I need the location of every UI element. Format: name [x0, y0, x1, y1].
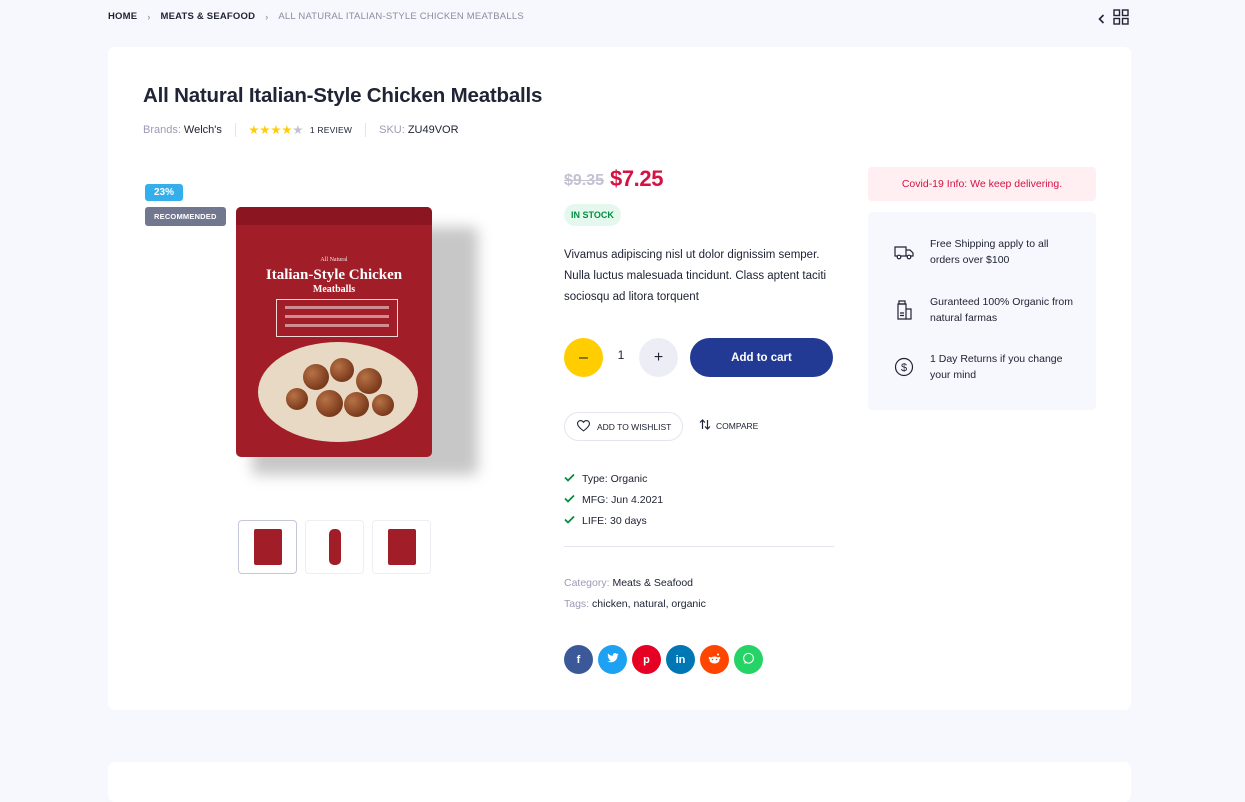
dollar-icon: $	[893, 356, 915, 378]
twitter-icon	[606, 653, 619, 666]
compare-label: COMPARE	[716, 420, 759, 431]
add-to-cart-button[interactable]: Add to cart	[690, 338, 833, 377]
quantity-increase-button[interactable]: +	[639, 338, 678, 377]
list-item: Type: Organic	[564, 468, 663, 489]
spec-text: LIFE: 30 days	[582, 514, 647, 527]
review-count-link[interactable]: 1 REVIEW	[310, 125, 352, 135]
check-icon	[564, 515, 575, 527]
benefit-text: Guranteed 100% Organic from natural farm…	[930, 296, 1073, 324]
reddit-icon	[708, 653, 721, 667]
product-meta: Brands: Welch's 1 REVIEW SKU: ZU49VOR	[143, 123, 459, 137]
product-card: All Natural Italian-Style Chicken Meatba…	[108, 47, 1131, 710]
divider	[564, 546, 834, 547]
check-icon	[564, 494, 575, 506]
social-share: f p in	[564, 645, 763, 674]
thumbnail-back[interactable]	[372, 520, 431, 574]
divider	[234, 123, 236, 137]
list-item: MFG: Jun 4.2021	[564, 489, 663, 510]
discount-badge: 23%	[145, 184, 184, 201]
reddit-share-button[interactable]	[700, 645, 729, 674]
list-item: $ 1 Day Returns if you change your mind	[893, 352, 1080, 383]
thumbnail-side[interactable]	[305, 520, 364, 574]
whatsapp-share-button[interactable]	[734, 645, 763, 674]
covid-info-banner: Covid-19 Info: We keep delivering.	[868, 167, 1096, 201]
spec-text: Type: Organic	[582, 472, 648, 485]
star-icon	[271, 125, 281, 135]
check-icon	[564, 473, 575, 485]
divider	[365, 123, 367, 137]
spec-text: MFG: Jun 4.2021	[582, 493, 664, 506]
star-icon	[249, 125, 259, 135]
price-new: $7.25	[610, 166, 664, 191]
meatball-plate	[258, 342, 418, 442]
thumbnail-front[interactable]	[238, 520, 297, 574]
add-to-wishlist-button[interactable]: ADD TO WISHLIST	[564, 412, 684, 441]
list-item: Guranteed 100% Organic from natural farm…	[893, 295, 1080, 326]
sku-value: ZU49VOR	[407, 124, 459, 136]
wishlist-label: ADD TO WISHLIST	[597, 421, 672, 432]
star-icon	[282, 125, 292, 135]
breadcrumb: HOME › MEATS & SEAFOOD › ALL NATURAL ITA…	[108, 11, 524, 22]
tags-label: Tags:	[564, 598, 590, 610]
benefit-text: 1 Day Returns if you change your mind	[930, 353, 1063, 381]
breadcrumb-home[interactable]: HOME	[108, 11, 137, 22]
rating-stars	[249, 125, 303, 135]
tags-links[interactable]: chicken, natural, organic	[592, 598, 706, 610]
pinterest-share-button[interactable]: p	[632, 645, 661, 674]
product-description: Vivamus adipiscing nisl ut dolor digniss…	[564, 249, 827, 303]
twitter-share-button[interactable]	[598, 645, 627, 674]
list-item: LIFE: 30 days	[564, 510, 663, 531]
package-pre-title: All Natural	[320, 257, 348, 263]
product-nav	[1098, 9, 1129, 30]
quantity-input[interactable]: 1	[603, 348, 639, 362]
stock-badge: IN STOCK	[564, 204, 621, 226]
chevron-right-icon: ›	[265, 11, 269, 22]
brand-link[interactable]: Welch's	[184, 124, 222, 136]
organic-product-icon	[893, 299, 915, 321]
truck-icon	[893, 241, 915, 263]
store-benefits: Free Shipping apply to all orders over $…	[868, 212, 1096, 410]
minus-icon: –	[579, 348, 588, 366]
linkedin-icon: in	[675, 653, 686, 666]
brand-label: Brands:	[143, 124, 181, 136]
list-item: Free Shipping apply to all orders over $…	[893, 237, 1080, 268]
facebook-icon: f	[576, 653, 581, 666]
breadcrumb-current: ALL NATURAL ITALIAN-STYLE CHICKEN MEATBA…	[278, 11, 524, 22]
facebook-share-button[interactable]: f	[564, 645, 593, 674]
pinterest-icon: p	[643, 653, 650, 666]
package-title: Italian-Style Chicken	[265, 267, 403, 283]
chevron-left-icon[interactable]	[1098, 11, 1105, 29]
star-empty-icon	[293, 125, 303, 135]
spec-list: Type: Organic MFG: Jun 4.2021 LIFE: 30 d…	[564, 468, 663, 531]
chevron-right-icon: ›	[147, 11, 151, 22]
linkedin-share-button[interactable]: in	[666, 645, 695, 674]
package-illustration: All Natural Italian-Style Chicken Meatba…	[236, 207, 432, 457]
heart-icon	[576, 419, 591, 434]
thumbnail-gallery	[238, 520, 431, 574]
quantity-decrease-button[interactable]: –	[564, 338, 603, 377]
grid-icon[interactable]	[1113, 9, 1129, 30]
category-label: Category:	[564, 577, 610, 589]
sku-label: SKU:	[379, 124, 405, 136]
compare-arrows-icon	[699, 419, 711, 432]
svg-text:$: $	[901, 362, 907, 374]
breadcrumb-category[interactable]: MEATS & SEAFOOD	[161, 11, 256, 22]
page-title: All Natural Italian-Style Chicken Meatba…	[143, 84, 543, 107]
whatsapp-icon	[742, 652, 755, 668]
category-link[interactable]: Meats & Seafood	[612, 577, 693, 589]
lower-card	[108, 762, 1131, 802]
package-subtitle: Meatballs	[312, 284, 356, 295]
benefit-text: Free Shipping apply to all orders over $…	[930, 238, 1049, 266]
compare-button[interactable]: COMPARE	[699, 419, 758, 432]
recommended-badge: RECOMMENDED	[145, 207, 226, 226]
price-old: $9.35	[564, 172, 605, 189]
plus-icon: +	[653, 348, 664, 366]
package-label	[276, 299, 398, 337]
product-main-image[interactable]: All Natural Italian-Style Chicken Meatba…	[236, 207, 498, 500]
star-icon	[260, 125, 270, 135]
product-taxonomy: Category: Meats & Seafood Tags: chicken,…	[564, 573, 706, 615]
